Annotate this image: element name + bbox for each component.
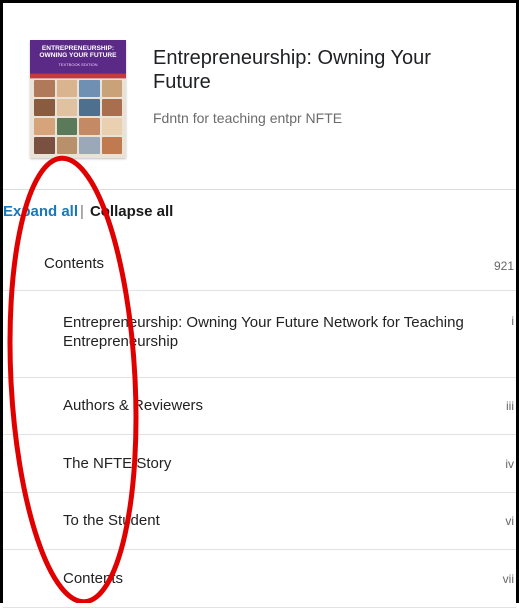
toc-item[interactable]: Authors & Reviewers iii bbox=[3, 378, 516, 435]
toc-item-page: i bbox=[511, 314, 514, 328]
table-of-contents: Contents 921 Entrepreneurship: Owning Yo… bbox=[3, 239, 516, 608]
book-toc-panel: ENTREPRENEURSHIP: OWNING YOUR FUTURE TEX… bbox=[3, 3, 516, 608]
toc-item-label: To the Student bbox=[63, 512, 160, 529]
collapse-all-link[interactable]: Collapse all bbox=[90, 203, 173, 220]
toc-item[interactable]: Entrepreneurship: Owning Your Future Net… bbox=[3, 291, 516, 378]
book-cover-image[interactable]: ENTREPRENEURSHIP: OWNING YOUR FUTURE TEX… bbox=[30, 40, 126, 158]
toc-row-contents[interactable]: Contents 921 bbox=[3, 239, 516, 291]
toc-item-page: iv bbox=[505, 457, 514, 471]
book-header: ENTREPRENEURSHIP: OWNING YOUR FUTURE TEX… bbox=[3, 3, 516, 189]
controls-separator: | bbox=[80, 203, 84, 220]
toc-item-label: Authors & Reviewers bbox=[63, 397, 204, 414]
expand-all-link[interactable]: Expand all bbox=[3, 203, 78, 220]
toc-item-label: Entrepreneurship: Owning Your Future Net… bbox=[63, 314, 464, 350]
toc-item-page: vi bbox=[505, 514, 514, 528]
toc-item-page: vii bbox=[502, 572, 514, 586]
toc-item-label: The NFTE Story bbox=[63, 455, 172, 472]
expand-collapse-controls: Expand all | Collapse all bbox=[3, 203, 173, 220]
toc-item[interactable]: The NFTE Story iv bbox=[3, 435, 516, 493]
toc-item[interactable]: Contents vii bbox=[3, 550, 516, 608]
toc-row-page: 921 bbox=[493, 259, 514, 273]
cover-title: ENTREPRENEURSHIP: OWNING YOUR FUTURE bbox=[39, 45, 117, 59]
toc-row-label: Contents bbox=[44, 255, 105, 272]
toc-item-label: Contents bbox=[63, 570, 124, 587]
cover-subtitle: TEXTBOOK EDITION bbox=[58, 62, 98, 67]
toc-item-page: iii bbox=[506, 399, 514, 413]
header-divider bbox=[3, 189, 516, 190]
book-author: Fdntn for teaching entpr NFTE bbox=[153, 110, 343, 126]
book-title: Entrepreneurship: Owning Your Future bbox=[153, 47, 431, 93]
cover-photo-collage bbox=[34, 80, 122, 154]
toc-item[interactable]: To the Student vi bbox=[3, 493, 516, 550]
